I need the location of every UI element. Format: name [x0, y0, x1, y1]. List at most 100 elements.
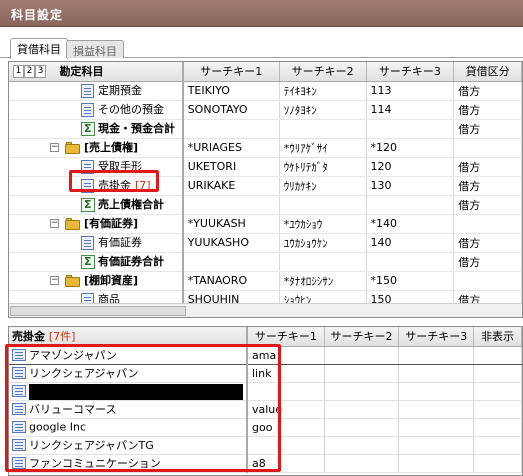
- searchkey1-cell[interactable]: [182, 195, 280, 215]
- debit-credit-cell[interactable]: 借方: [453, 119, 522, 139]
- account-row[interactable]: 定期預金 TEIKIYO ﾃｲｷﾖｷﾝ 113 借方: [9, 81, 522, 101]
- searchkey3-cell[interactable]: [366, 195, 455, 215]
- debit-credit-cell[interactable]: 借方: [453, 157, 522, 177]
- searchkey2-cell[interactable]: [279, 119, 367, 139]
- debit-credit-cell[interactable]: [453, 214, 522, 234]
- searchkey3-cell[interactable]: 130: [366, 176, 455, 196]
- level-1-button[interactable]: 1: [13, 64, 24, 78]
- vendor-searchkey3-cell[interactable]: [398, 454, 475, 473]
- account-row[interactable]: − [売上債権] *URIAGES *ｳﾘｱｹﾞｻｲ *120: [9, 138, 522, 158]
- level-2-button[interactable]: 2: [24, 64, 35, 78]
- vendor-searchkey3-header[interactable]: サーチキー3: [398, 327, 475, 347]
- collapse-toggle-icon[interactable]: −: [50, 218, 59, 228]
- tab-balance-sheet[interactable]: 貸借科目: [10, 38, 68, 59]
- debit-credit-cell[interactable]: 借方: [453, 81, 522, 101]
- searchkey1-cell[interactable]: *TANAORO: [182, 271, 280, 291]
- account-row[interactable]: 有価証券 YUUKASHO ﾕｳｶｼｮｳｹﾝ 140 借方: [9, 233, 522, 253]
- tab-profit-loss[interactable]: 損益科目: [66, 40, 124, 58]
- collapse-toggle-icon[interactable]: −: [50, 275, 59, 285]
- vendor-hidden-cell[interactable]: [473, 345, 522, 365]
- debit-credit-cell[interactable]: [453, 138, 522, 158]
- vendor-searchkey3-cell[interactable]: [398, 364, 475, 383]
- searchkey3-cell[interactable]: *120: [366, 138, 455, 158]
- vendor-hidden-cell[interactable]: [473, 418, 522, 437]
- searchkey2-cell[interactable]: ｿﾉﾀﾖｷﾝ: [279, 100, 367, 120]
- searchkey3-cell[interactable]: *150: [366, 271, 455, 291]
- debit-credit-cell[interactable]: 借方: [453, 252, 522, 272]
- debit-credit-cell[interactable]: 借方: [453, 100, 522, 120]
- scrollbar-thumb[interactable]: [10, 306, 186, 316]
- searchkey1-cell[interactable]: [182, 119, 280, 139]
- vendor-searchkey2-cell[interactable]: [324, 454, 400, 473]
- searchkey2-cell[interactable]: *ｳﾘｱｹﾞｻｲ: [279, 138, 367, 158]
- account-cell[interactable]: − [有価証券]: [9, 214, 184, 234]
- debit-credit-cell[interactable]: 借方: [453, 233, 522, 253]
- account-cell[interactable]: 現金・預金合計: [9, 119, 184, 139]
- searchkey3-cell[interactable]: 120: [366, 157, 455, 177]
- searchkey3-cell[interactable]: [366, 252, 455, 272]
- searchkey2-cell[interactable]: ﾃｲｷﾖｷﾝ: [279, 81, 367, 101]
- account-row[interactable]: − [棚卸資産] *TANAORO *ﾀﾅｵﾛｼｼｻﾝ *150: [9, 271, 522, 291]
- vendor-hidden-cell[interactable]: [473, 436, 522, 455]
- searchkey3-header[interactable]: サーチキー3: [366, 62, 455, 82]
- searchkey2-cell[interactable]: ｳｹﾄﾘﾃｶﾞﾀ: [279, 157, 367, 177]
- searchkey1-cell[interactable]: UKETORI: [182, 157, 280, 177]
- vendor-searchkey2-cell[interactable]: [324, 418, 400, 437]
- vendor-searchkey2-cell[interactable]: [324, 436, 400, 455]
- searchkey1-cell[interactable]: *YUUKASH: [182, 214, 280, 234]
- level-3-button[interactable]: 3: [35, 64, 46, 78]
- searchkey1-cell[interactable]: *URIAGES: [182, 138, 280, 158]
- searchkey3-cell[interactable]: 114: [366, 100, 455, 120]
- vendor-searchkey3-cell[interactable]: [398, 418, 475, 437]
- searchkey2-cell[interactable]: *ﾕｳｶｼｮｳ: [279, 214, 367, 234]
- searchkey1-cell[interactable]: [182, 252, 280, 272]
- searchkey2-cell[interactable]: ﾕｳｶｼｮｳｹﾝ: [279, 233, 367, 253]
- account-cell[interactable]: 定期預金: [9, 81, 184, 101]
- debit-credit-cell[interactable]: 借方: [453, 176, 522, 196]
- searchkey3-cell[interactable]: 113: [366, 81, 455, 101]
- account-row[interactable]: − [有価証券] *YUUKASH *ﾕｳｶｼｮｳ *140: [9, 214, 522, 234]
- vendor-hidden-cell[interactable]: [473, 400, 522, 419]
- vendor-hidden-cell[interactable]: [473, 454, 522, 473]
- vendor-searchkey2-cell[interactable]: [324, 400, 400, 419]
- searchkey1-cell[interactable]: TEIKIYO: [182, 81, 280, 101]
- vendor-hidden-cell[interactable]: [473, 364, 522, 383]
- vendor-searchkey2-header[interactable]: サーチキー2: [324, 327, 400, 347]
- searchkey1-header[interactable]: サーチキー1: [182, 62, 280, 82]
- searchkey1-cell[interactable]: YUUKASHO: [182, 233, 280, 253]
- searchkey2-cell[interactable]: ｳﾘｶｹｷﾝ: [279, 176, 367, 196]
- account-row[interactable]: 売上債権合計 借方: [9, 195, 522, 215]
- debit-credit-header[interactable]: 貸借区分: [453, 62, 522, 82]
- searchkey1-cell[interactable]: URIKAKE: [182, 176, 280, 196]
- debit-credit-cell[interactable]: 借方: [453, 195, 522, 215]
- horizontal-scrollbar[interactable]: [9, 303, 522, 317]
- searchkey3-cell[interactable]: 140: [366, 233, 455, 253]
- account-cell[interactable]: その他の預金: [9, 100, 184, 120]
- vendor-searchkey2-cell[interactable]: [324, 364, 400, 383]
- searchkey2-cell[interactable]: *ﾀﾅｵﾛｼｼｻﾝ: [279, 271, 367, 291]
- searchkey2-cell[interactable]: [279, 195, 367, 215]
- account-row[interactable]: その他の預金 SONOTAYO ｿﾉﾀﾖｷﾝ 114 借方: [9, 100, 522, 120]
- account-cell[interactable]: − [棚卸資産]: [9, 271, 184, 291]
- vendor-searchkey2-cell[interactable]: [324, 382, 400, 401]
- vendor-hidden-cell[interactable]: [473, 382, 522, 401]
- vendor-hidden-header[interactable]: 非表示: [473, 327, 522, 347]
- searchkey3-cell[interactable]: [366, 119, 455, 139]
- account-cell[interactable]: 有価証券合計: [9, 252, 184, 272]
- debit-credit-cell[interactable]: [453, 271, 522, 291]
- collapse-toggle-icon[interactable]: −: [50, 142, 59, 152]
- vendor-searchkey3-cell[interactable]: [398, 436, 475, 455]
- searchkey3-cell[interactable]: *140: [366, 214, 455, 234]
- searchkey2-header[interactable]: サーチキー2: [279, 62, 367, 82]
- vendor-searchkey3-cell[interactable]: [398, 382, 475, 401]
- vendor-searchkey2-cell[interactable]: [324, 345, 400, 365]
- account-row[interactable]: 現金・預金合計 借方: [9, 119, 522, 139]
- account-cell[interactable]: 売上債権合計: [9, 195, 184, 215]
- account-cell[interactable]: 有価証券: [9, 233, 184, 253]
- vendor-searchkey3-cell[interactable]: [398, 400, 475, 419]
- vendor-searchkey3-cell[interactable]: [398, 345, 475, 365]
- searchkey2-cell[interactable]: [279, 252, 367, 272]
- account-cell[interactable]: − [売上債権]: [9, 138, 184, 158]
- searchkey1-cell[interactable]: SONOTAYO: [182, 100, 280, 120]
- account-row[interactable]: 有価証券合計 借方: [9, 252, 522, 272]
